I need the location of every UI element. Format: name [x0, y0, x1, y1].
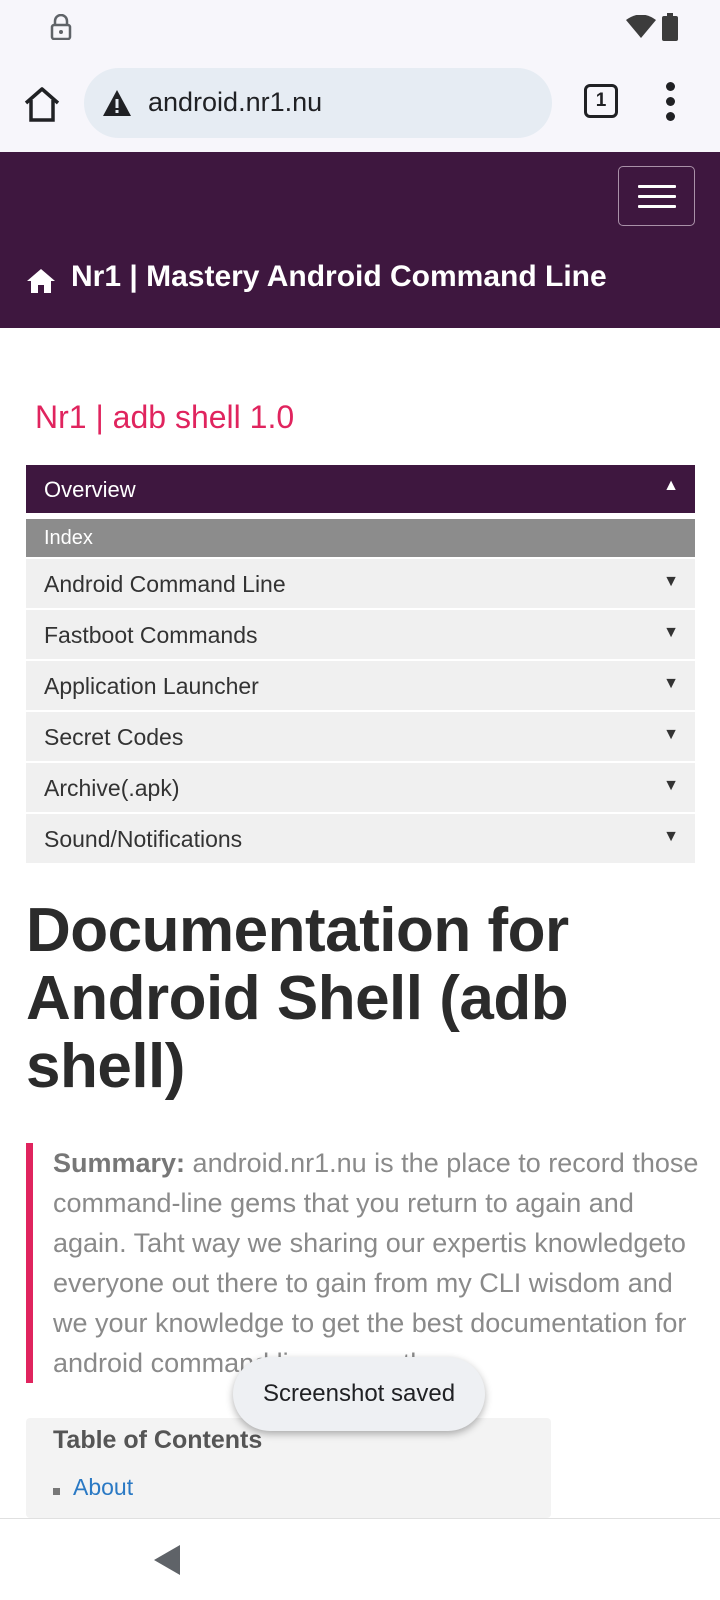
- summary-blockquote: Summary: android.nr1.nu is the place to …: [26, 1143, 706, 1383]
- toc-title: Table of Contents: [53, 1426, 263, 1454]
- url-text[interactable]: android.nr1.nu: [148, 87, 322, 118]
- home-icon[interactable]: [26, 268, 56, 294]
- system-nav-bar: [0, 1518, 720, 1600]
- summary-label: Summary:: [53, 1148, 186, 1178]
- chevron-up-icon: ▲: [663, 477, 679, 494]
- wifi-icon: [626, 15, 656, 38]
- nav-item-label: Secret Codes: [44, 724, 184, 750]
- nav-item-label: Fastboot Commands: [44, 622, 258, 648]
- warning-icon[interactable]: [102, 89, 132, 117]
- home-icon[interactable]: [20, 82, 64, 126]
- nav-index[interactable]: Index: [26, 519, 695, 557]
- nav-item-archive-apk[interactable]: Archive(.apk) ▼: [26, 763, 695, 812]
- status-bar: [0, 0, 720, 54]
- nav-item-application-launcher[interactable]: Application Launcher ▼: [26, 661, 695, 710]
- site-title[interactable]: Nr1 | Mastery Android Command Line: [71, 260, 607, 294]
- toc-link-about[interactable]: About: [73, 1474, 133, 1501]
- nav-item-secret-codes[interactable]: Secret Codes ▼: [26, 712, 695, 761]
- bullet-icon: [53, 1488, 60, 1495]
- toast-notification: Screenshot saved: [233, 1357, 485, 1431]
- sidebar-nav: Overview ▲ Index Android Command Line ▼ …: [26, 465, 695, 863]
- summary-text: android.nr1.nu is the place to record th…: [53, 1148, 699, 1378]
- back-icon[interactable]: [152, 1543, 182, 1577]
- browser-toolbar: android.nr1.nu 1: [0, 54, 720, 152]
- nav-item-label: Android Command Line: [44, 571, 286, 597]
- chevron-down-icon: ▼: [663, 828, 679, 845]
- lock-icon: [50, 14, 72, 40]
- chevron-down-icon: ▼: [663, 573, 679, 590]
- chevron-down-icon: ▼: [663, 777, 679, 794]
- nav-item-sound-notifications[interactable]: Sound/Notifications ▼: [26, 814, 695, 863]
- address-bar[interactable]: android.nr1.nu: [84, 68, 552, 138]
- section-title: Nr1 | adb shell 1.0: [35, 399, 295, 435]
- nav-item-label: Application Launcher: [44, 673, 259, 699]
- chevron-down-icon: ▼: [663, 624, 679, 641]
- nav-item-android-command-line[interactable]: Android Command Line ▼: [26, 559, 695, 608]
- tabs-icon[interactable]: 1: [584, 84, 618, 118]
- chevron-down-icon: ▼: [663, 675, 679, 692]
- hamburger-menu-button[interactable]: [618, 166, 695, 226]
- site-header: Nr1 | Mastery Android Command Line: [0, 152, 720, 328]
- nav-item-label: Sound/Notifications: [44, 826, 243, 852]
- more-vert-icon[interactable]: [660, 82, 682, 122]
- table-of-contents: Table of Contents About: [26, 1418, 551, 1518]
- nav-item-label: Archive(.apk): [44, 775, 180, 801]
- nav-overview[interactable]: Overview ▲: [26, 465, 695, 513]
- nav-item-fastboot-commands[interactable]: Fastboot Commands ▼: [26, 610, 695, 659]
- tab-count: 1: [595, 90, 607, 111]
- nav-index-label: Index: [44, 527, 93, 549]
- page-title: Documentation for Android Shell (adb she…: [26, 896, 569, 1101]
- chevron-down-icon: ▼: [663, 726, 679, 743]
- nav-overview-label: Overview: [44, 477, 136, 502]
- battery-icon: [662, 13, 678, 41]
